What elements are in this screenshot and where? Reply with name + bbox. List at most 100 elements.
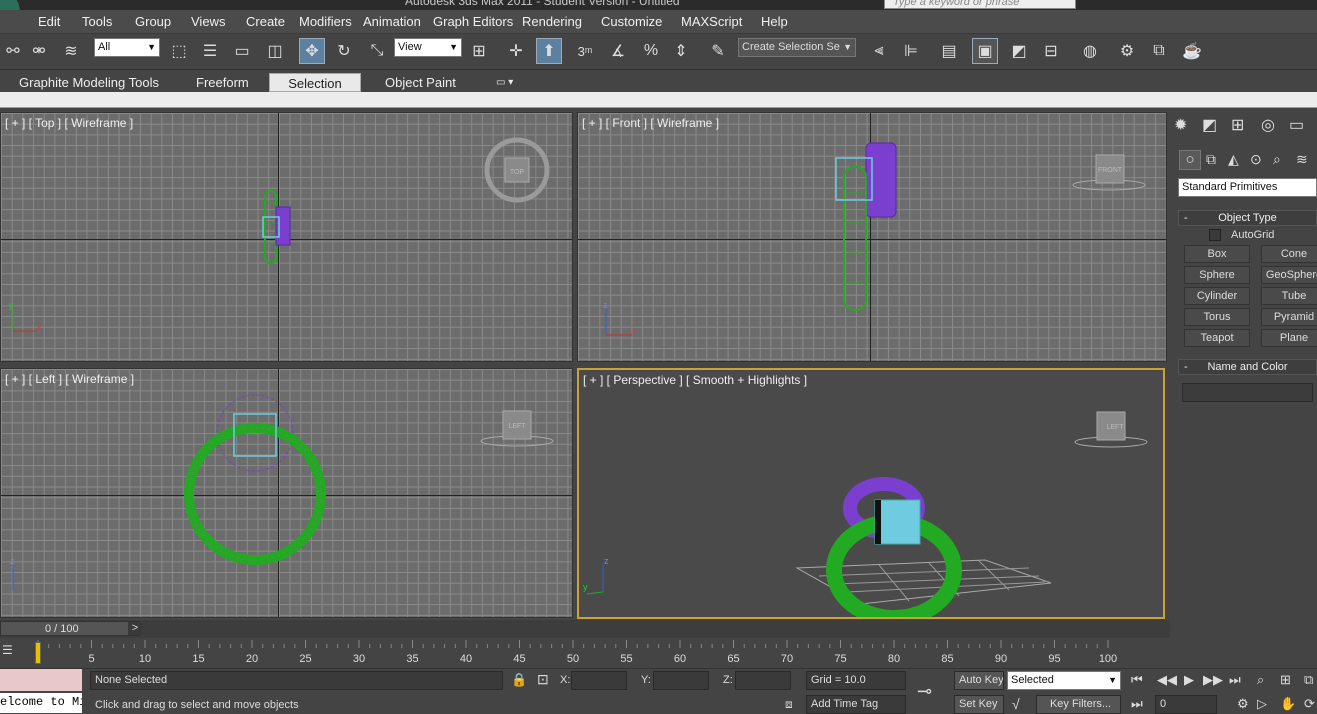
tab-graphite-modeling-tools[interactable]: Graphite Modeling Tools	[13, 73, 165, 92]
rollout-object-type[interactable]: - Object Type	[1178, 210, 1317, 226]
zoom-icon[interactable]: ⌕	[1257, 673, 1264, 686]
rectangular-selection-icon[interactable]: ▭	[229, 38, 255, 64]
viewport-top[interactable]: [ + ] [ Top ] [ Wireframe ] TOP y x	[0, 112, 573, 362]
layer-manager-icon[interactable]: ▤	[936, 38, 962, 64]
material-editor-icon[interactable]: ◍	[1077, 38, 1103, 64]
tab-object-paint[interactable]: Object Paint	[379, 73, 462, 92]
time-slider-track[interactable]	[0, 620, 1170, 638]
previous-frame-icon[interactable]: ◀◀	[1157, 673, 1177, 686]
link-icon[interactable]: ⚯	[0, 38, 26, 64]
coord-z-field[interactable]	[735, 671, 791, 690]
edit-named-selection-icon[interactable]: ✎	[705, 38, 731, 64]
key-icon[interactable]: ⊸	[917, 682, 932, 700]
zoom-all-icon[interactable]: ⊞	[1280, 673, 1291, 686]
maxscript-mini-listener[interactable]: elcome to Mi	[0, 693, 82, 713]
select-and-scale-icon[interactable]: ⤡	[364, 38, 390, 64]
menu-maxscript[interactable]: MAXScript	[681, 14, 742, 29]
create-tab-icon[interactable]: ✹	[1174, 118, 1187, 134]
bind-space-warp-icon[interactable]: ≋	[58, 38, 84, 64]
plane-button[interactable]: Plane	[1261, 329, 1317, 347]
maxscript-mini-listener-top[interactable]	[0, 669, 82, 691]
render-setup-icon[interactable]: ⚙	[1114, 38, 1140, 64]
menu-views[interactable]: Views	[191, 14, 225, 29]
current-frame-field[interactable]: 0	[1155, 695, 1217, 714]
tube-button[interactable]: Tube	[1261, 287, 1317, 305]
select-by-name-icon[interactable]: ☰	[197, 38, 223, 64]
rollout-name-and-color[interactable]: - Name and Color	[1178, 359, 1317, 375]
menu-group[interactable]: Group	[135, 14, 171, 29]
rendered-frame-window-icon[interactable]: ⧉	[1146, 38, 1172, 64]
cylinder-button[interactable]: Cylinder	[1184, 287, 1250, 305]
pivot-center-icon[interactable]: ⊞	[466, 38, 492, 64]
time-slider[interactable]: 0 / 100 >	[0, 621, 142, 636]
search-input[interactable]: Type a keyword or phrase	[884, 0, 1076, 9]
menu-modifiers[interactable]: Modifiers	[299, 14, 352, 29]
graphite-toggle-icon[interactable]: ▣	[972, 38, 998, 64]
reference-coordinate-dropdown[interactable]: View ▼	[394, 38, 462, 57]
schematic-view-icon[interactable]: ⊟	[1038, 38, 1064, 64]
key-mode-toggle-icon[interactable]: ⏭	[1131, 697, 1143, 710]
time-configuration-icon[interactable]: ⚙	[1237, 697, 1249, 710]
angle-snap-icon[interactable]: ∡	[605, 38, 631, 64]
teapot-button[interactable]: Teapot	[1184, 329, 1250, 347]
motion-tab-icon[interactable]: ◎	[1261, 118, 1275, 134]
auto-key-button[interactable]: Auto Key	[954, 671, 1004, 690]
sphere-button[interactable]: Sphere	[1184, 266, 1250, 284]
viewport-perspective[interactable]: [ + ] [ Perspective ] [ Smooth + Highlig…	[577, 368, 1165, 619]
curve-editor-icon[interactable]: ◩	[1006, 38, 1032, 64]
pan-view-icon[interactable]: ✋	[1280, 697, 1296, 710]
ribbon-options-icon[interactable]: ▭ ▾	[490, 73, 519, 92]
select-and-rotate-icon[interactable]: ↻	[331, 38, 357, 64]
cameras-icon[interactable]: ⊙	[1250, 152, 1262, 166]
percent-snap-icon[interactable]: %	[638, 38, 664, 64]
set-key-curve-icon[interactable]: √	[1012, 697, 1020, 711]
named-selection-dropdown[interactable]: Create Selection Se ▼	[738, 38, 856, 57]
keyboard-shortcut-override-icon[interactable]: ⬆	[536, 38, 562, 64]
autogrid-checkbox[interactable]	[1209, 229, 1221, 241]
coord-y-field[interactable]	[653, 671, 709, 690]
lights-icon[interactable]: ◭	[1228, 152, 1239, 166]
menu-create[interactable]: Create	[246, 14, 285, 29]
tab-freeform[interactable]: Freeform	[190, 73, 255, 92]
lock-selection-icon[interactable]: 🔒	[511, 673, 527, 686]
object-name-input[interactable]	[1182, 383, 1313, 402]
render-teapot-icon[interactable]: ☕	[1179, 38, 1205, 64]
geosphere-button[interactable]: GeoSphere	[1261, 266, 1317, 284]
go-to-end-icon[interactable]: ⏭	[1229, 673, 1241, 686]
primitive-category-dropdown[interactable]: Standard Primitives	[1178, 178, 1317, 197]
orbit-icon[interactable]: ⟳	[1304, 697, 1315, 710]
torus-button[interactable]: Torus	[1184, 308, 1250, 326]
zoom-extents-icon[interactable]: ⧉	[1304, 673, 1313, 686]
selection-filter-dropdown[interactable]: All ▼	[94, 38, 160, 57]
window-crossing-icon[interactable]: ◫	[262, 38, 288, 64]
coord-x-field[interactable]	[571, 671, 627, 690]
select-and-move-icon[interactable]: ✥	[299, 38, 325, 64]
menu-graph-editors[interactable]: Graph Editors	[433, 14, 513, 29]
helpers-icon[interactable]: ⌕	[1273, 152, 1281, 166]
pyramid-button[interactable]: Pyramid	[1261, 308, 1317, 326]
current-frame-marker[interactable]	[35, 642, 41, 664]
add-time-tag-button[interactable]: Add Time Tag	[806, 695, 906, 714]
menu-animation[interactable]: Animation	[363, 14, 421, 29]
field-of-view-icon[interactable]: ▷	[1257, 697, 1267, 710]
tab-selection[interactable]: Selection	[269, 73, 361, 92]
key-mode-dropdown[interactable]: Selected ▼	[1007, 671, 1121, 690]
display-tab-icon[interactable]: ▭	[1289, 118, 1304, 134]
manipulate-icon[interactable]: ✛	[503, 38, 529, 64]
cone-button[interactable]: Cone	[1261, 245, 1317, 263]
menu-rendering[interactable]: Rendering	[522, 14, 582, 29]
menu-customize[interactable]: Customize	[601, 14, 662, 29]
box-button[interactable]: Box	[1184, 245, 1250, 263]
menu-tools[interactable]: Tools	[82, 14, 112, 29]
key-filters-button[interactable]: Key Filters...	[1036, 695, 1121, 714]
align-icon[interactable]: ⊫	[898, 38, 924, 64]
menu-edit[interactable]: Edit	[38, 14, 60, 29]
snaps-toggle-icon[interactable]: 3ᵐ	[572, 38, 598, 64]
spinner-snap-icon[interactable]: ⇕	[668, 38, 694, 64]
shapes-icon[interactable]: ⧉	[1206, 152, 1216, 166]
absolute-mode-icon[interactable]: ⊡	[537, 672, 549, 686]
space-warps-icon[interactable]: ≋	[1296, 152, 1308, 166]
menu-help[interactable]: Help	[761, 14, 788, 29]
go-to-start-icon[interactable]: ⏮	[1131, 673, 1143, 686]
next-frame-arrow-icon[interactable]: >	[128, 622, 142, 635]
